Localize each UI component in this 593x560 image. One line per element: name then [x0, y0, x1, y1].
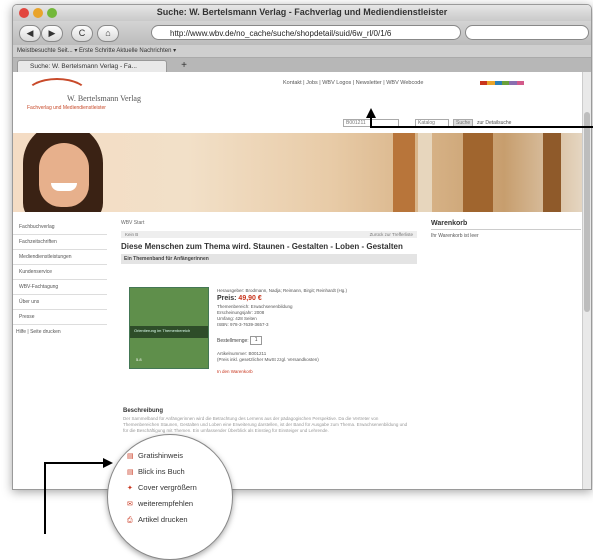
book-cover-label: Orientierung im Themenbereich: [134, 328, 191, 333]
breadcrumb[interactable]: WBV Start: [121, 220, 417, 226]
print-article-link[interactable]: ⎙ Artikel drucken: [127, 515, 188, 525]
quantity-input[interactable]: 1: [250, 336, 263, 345]
callout-arrowhead-icon: [366, 108, 376, 118]
book-spine: [543, 133, 561, 212]
vertical-scrollbar[interactable]: [582, 72, 591, 489]
price-note: (Preis inkl. gesetzlicher MwSt zzgl. Ver…: [217, 357, 319, 362]
recommend-link[interactable]: ✉ weiterempfehlen: [127, 499, 193, 508]
hero-portrait-smile: [51, 183, 77, 191]
callout-line: [370, 118, 372, 126]
logo-name[interactable]: W. Bertelsmann Verlag: [67, 94, 141, 103]
sidebar-item[interactable]: Presse: [13, 310, 107, 325]
address-bar[interactable]: http://www.wbv.de/no_cache/suche/shopdet…: [151, 25, 461, 40]
mail-icon: ✉: [127, 501, 133, 508]
color-swatch: [487, 81, 495, 85]
product-price-row: Preis: 49,90 €: [217, 295, 417, 302]
product-title: Diese Menschen zum Thema wird. Staunen -…: [121, 242, 403, 251]
scrollbar-thumb[interactable]: [584, 112, 590, 312]
browser-window: Suche: W. Bertelsmann Verlag - Fachverla…: [12, 4, 592, 490]
product-subtitle: Ein Themenband für Anfängerinnen: [121, 254, 417, 264]
reload-button[interactable]: C: [71, 25, 93, 42]
sidebar-item[interactable]: Kundenservice: [13, 265, 107, 280]
cart-widget: Warenkorb Ihr Warenkorb ist leer: [431, 220, 581, 239]
color-swatch: [509, 81, 517, 85]
callout-line: [370, 126, 593, 128]
logo-tagline: Fachverlag und Mediendienstleister: [27, 105, 106, 111]
book-cover-number: 5.8: [136, 357, 142, 362]
enlarge-cover-link[interactable]: ✦ Cover vergrößern: [127, 483, 197, 492]
book-spine: [418, 133, 432, 212]
product-authors: Herausgeber: Brodmann, Nadja; Reimann, B…: [217, 288, 348, 293]
color-bar: [480, 81, 524, 85]
sidebar-item[interactable]: WBV-Fachtagung: [13, 280, 107, 295]
back-to-results-link[interactable]: Zurück zur Trefferliste: [370, 231, 413, 238]
sidebar-item[interactable]: Über uns: [13, 295, 107, 310]
color-swatch: [516, 81, 524, 85]
result-nav-left[interactable]: Kein B: [125, 231, 138, 238]
web-page: W. Bertelsmann Verlag Fachverlag und Med…: [13, 72, 591, 489]
product-info: Herausgeber: Brodmann, Nadja; Reimann, B…: [217, 288, 417, 375]
product-detail: WBV Start Kein B Zurück zur Trefferliste…: [121, 220, 417, 433]
star-icon: ✦: [127, 485, 133, 492]
window-title: Suche: W. Bertelsmann Verlag - Fachverla…: [156, 7, 448, 17]
home-button[interactable]: ⌂: [97, 25, 119, 42]
tab-bar: Suche: W. Bertelsmann Verlag - Fa... +: [13, 58, 591, 73]
document-icon: ▤: [127, 469, 134, 476]
sidebar-item[interactable]: Mediendienstleistungen: [13, 250, 107, 265]
sidebar-item[interactable]: Fachzeitschriften: [13, 235, 107, 250]
meta-line: ISBN: 978-3-7639-3657-3: [217, 322, 269, 327]
color-swatch: [501, 81, 510, 85]
callout-arrowhead-icon: [103, 458, 113, 468]
title-bar: Suche: W. Bertelsmann Verlag - Fachverla…: [13, 5, 591, 21]
cart-widget-text: Ihr Warenkorb ist leer: [431, 233, 479, 239]
sidebar: Fachbuchverlag Fachzeitschriften Mediend…: [13, 220, 107, 335]
look-inside-link[interactable]: ▤ Blick ins Buch: [127, 467, 185, 476]
top-links[interactable]: Kontakt | Jobs | WBV Logos | Newsletter …: [283, 80, 423, 86]
hero-banner: [13, 133, 591, 212]
quantity-row: Bestellmenge: 1: [217, 336, 417, 345]
hero-portrait-face: [39, 143, 89, 207]
cart-widget-heading[interactable]: Warenkorb: [431, 220, 581, 230]
price-label: Preis:: [217, 295, 237, 302]
browser-toolbar: ◀ ▶ C ⌂ http://www.wbv.de/no_cache/suche…: [13, 21, 591, 45]
back-button[interactable]: ◀: [19, 25, 41, 42]
color-swatch: [494, 81, 502, 85]
bookmarks-bar[interactable]: Meistbesuchte Seit... ▾ Erste Schritte A…: [13, 45, 591, 58]
description-text: Der Sammelband für Anfängerinnen wird di…: [123, 416, 408, 433]
sidebar-footer-links[interactable]: Hilfe | Seite drucken: [13, 329, 107, 335]
tab-active[interactable]: Suche: W. Bertelsmann Verlag - Fa...: [17, 60, 167, 72]
book-spine: [393, 133, 415, 212]
description-heading: Beschreibung: [123, 408, 164, 414]
new-tab-button[interactable]: +: [173, 60, 195, 72]
callout-line: [44, 462, 46, 534]
document-icon: ▤: [127, 453, 134, 460]
price-value: 49,90 €: [238, 295, 262, 302]
forward-button[interactable]: ▶: [41, 25, 63, 42]
free-download-link[interactable]: ▤ Gratishinweis: [127, 451, 183, 460]
callout-line: [44, 462, 104, 464]
add-to-cart-link[interactable]: In den Warenkorb: [217, 369, 417, 375]
sidebar-item[interactable]: Fachbuchverlag: [13, 220, 107, 235]
browser-search-input[interactable]: [465, 25, 589, 40]
printer-icon: ⎙: [127, 517, 133, 524]
quantity-label: Bestellmenge:: [217, 337, 249, 344]
result-nav-bar: Kein B Zurück zur Trefferliste: [121, 231, 417, 238]
color-swatch: [480, 81, 488, 85]
book-spine: [463, 133, 493, 212]
magnifier-callout: ▤ Gratishinweis ▤ Blick ins Buch ✦ Cover ve…: [107, 434, 233, 560]
book-cover[interactable]: Orientierung im Themenbereich 5.8: [129, 287, 209, 369]
